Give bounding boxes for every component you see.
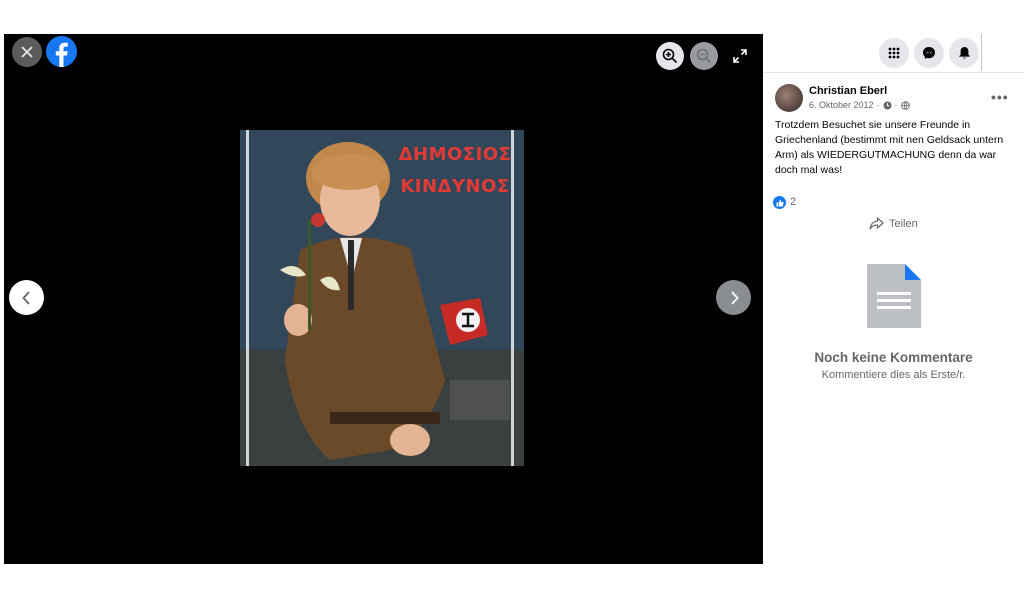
post-side-panel: Christian Eberl 6. Oktober 2012 · · ••• … [763, 34, 1024, 564]
separator-dot-2: · [894, 100, 898, 110]
zoom-out-button[interactable] [690, 42, 718, 70]
menu-grid-icon [888, 47, 900, 59]
messenger-icon [923, 47, 935, 59]
facebook-logo-icon [55, 42, 68, 67]
more-options-button[interactable]: ••• [991, 89, 1009, 105]
zoom-out-icon [696, 48, 712, 64]
poster-text-line1: ΔΗΜΟΣΙΟΣ [398, 144, 512, 165]
post-photo: ΔΗΜΟΣΙΟΣ ΚΙΝΔΥΝΟΣ [240, 130, 524, 466]
post-date[interactable]: 6. Oktober 2012 [809, 100, 874, 110]
messenger-button[interactable] [914, 38, 944, 68]
close-icon [21, 46, 33, 58]
notifications-button[interactable] [949, 38, 979, 68]
document-icon [867, 264, 921, 328]
photo-viewer: ΔΗΜΟΣΙΟΣ ΚΙΝΔΥΝΟΣ [4, 34, 763, 564]
zoom-in-icon [662, 48, 678, 64]
author-name[interactable]: Christian Eberl [809, 85, 887, 97]
next-photo-button[interactable] [716, 280, 751, 315]
share-arrow-icon [869, 217, 884, 230]
no-comments-title: Noch keine Kommentare [814, 350, 973, 365]
top-bar [763, 34, 1024, 73]
previous-photo-button[interactable] [9, 280, 44, 315]
zoom-in-button[interactable] [656, 42, 684, 70]
menu-button[interactable] [879, 38, 909, 68]
like-reaction-icon[interactable] [773, 196, 786, 209]
facebook-logo-link[interactable] [46, 36, 77, 67]
chevron-right-icon [730, 290, 739, 305]
share-label: Teilen [889, 217, 918, 230]
like-count[interactable]: 2 [790, 196, 796, 208]
poster-text-line2: ΚΙΝΔΥΝΟΣ [400, 176, 510, 197]
author-avatar[interactable] [775, 84, 803, 112]
thumbs-up-icon [776, 199, 784, 206]
no-comments-subtitle: Kommentiere dies als Erste/r. [821, 369, 966, 381]
globe-icon [900, 100, 910, 110]
separator-dot: · [876, 100, 880, 110]
post-text: Trotzdem Besuchet sie unsere Freunde in … [775, 119, 1004, 176]
post-meta: 6. Oktober 2012 · · [809, 100, 910, 110]
clock-icon [883, 101, 892, 109]
notifications-bell-icon [958, 47, 970, 59]
chevron-left-icon [21, 290, 30, 305]
fullscreen-button[interactable] [728, 44, 752, 68]
topbar-divider [981, 34, 982, 71]
close-button[interactable] [12, 37, 42, 67]
fullscreen-icon [733, 49, 747, 63]
share-button[interactable]: Teilen [869, 217, 918, 230]
